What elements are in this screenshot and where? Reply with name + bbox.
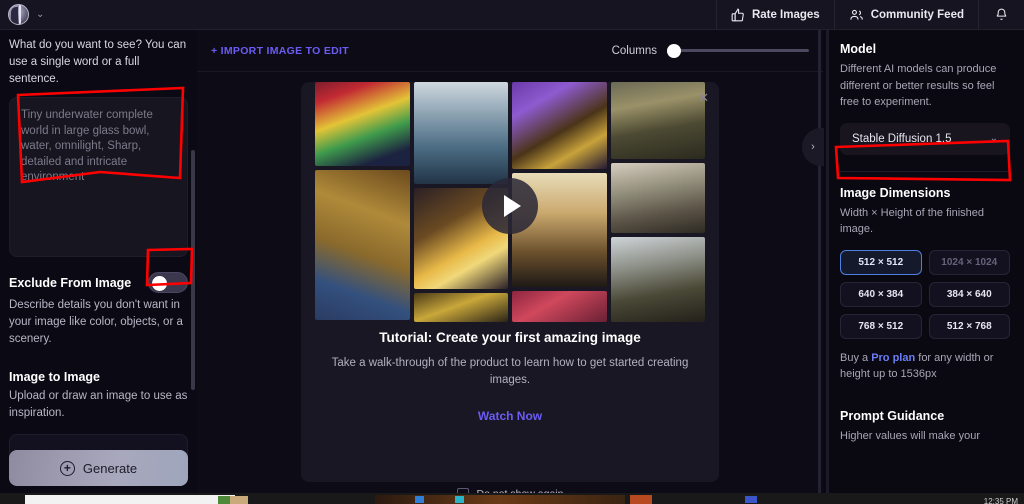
collage-tile: [610, 237, 705, 322]
plus-circle-icon: +: [59, 460, 75, 476]
left-panel-scrollbar[interactable]: [191, 150, 195, 390]
columns-control: Columns: [611, 43, 809, 58]
tutorial-card: ✕ Tutorial: Create your first amazing im…: [301, 82, 719, 482]
image-dimensions-options: 512 × 512 1024 × 1024 640 × 384 384 × 640 76…: [840, 249, 1010, 339]
exclude-from-image-toggle[interactable]: [148, 272, 188, 293]
community-feed-button[interactable]: Community Feed: [833, 0, 978, 30]
taskbar-item-g[interactable]: [745, 496, 757, 503]
collage-tile: [610, 162, 705, 234]
center-panel: + IMPORT IMAGE TO EDIT Columns ✕ Tutoria…: [197, 30, 824, 504]
exclude-from-image-title: Exclude From Image: [9, 275, 132, 290]
taskbar-item-b[interactable]: [230, 496, 248, 504]
prompt-input[interactable]: Tiny underwater complete world in large …: [9, 97, 188, 257]
generate-label: Generate: [82, 460, 138, 476]
collage-column-0: [315, 82, 410, 322]
taskbar-clock: 12:35 PM: [983, 497, 1018, 504]
image-to-image-title: Image to Image: [9, 370, 100, 384]
tutorial-subtitle: Take a walk-through of the product to le…: [331, 357, 689, 386]
app-logo-icon[interactable]: [8, 4, 29, 25]
model-select[interactable]: Stable Diffusion 1.5 ⌄: [840, 122, 1010, 155]
tutorial-title: Tutorial: Create your first amazing imag…: [379, 330, 641, 345]
buy-prefix: Buy a: [840, 351, 872, 364]
collage-tile: [610, 82, 705, 159]
dimension-option-2[interactable]: 640 × 384: [840, 281, 922, 307]
taskbar-item-d[interactable]: [415, 496, 424, 503]
rate-images-button[interactable]: Rate Images: [715, 0, 834, 30]
image-dimensions-desc: Width × Height of the finished image.: [840, 206, 984, 236]
slider-track: [667, 49, 809, 52]
chevron-down-icon: ⌄: [989, 132, 998, 144]
slider-thumb[interactable]: [667, 43, 681, 58]
model-desc: Different AI models can produce differen…: [840, 63, 997, 108]
chevron-down-icon[interactable]: ⌄: [36, 9, 44, 20]
people-icon: [850, 9, 863, 20]
generate-button[interactable]: + Generate: [9, 450, 188, 486]
prompt-guidance-section: Prompt Guidance Higher values will make …: [840, 409, 1010, 445]
taskbar-item-a[interactable]: [218, 496, 230, 504]
tutorial-text: Tutorial: Create your first amazing imag…: [301, 330, 719, 423]
prompt-hint: What do you want to see? You can use a s…: [9, 39, 187, 85]
rate-images-label: Rate Images: [751, 8, 820, 21]
taskbar-item-f[interactable]: [630, 495, 652, 504]
columns-slider[interactable]: [667, 43, 809, 58]
right-settings-panel: Model Different AI models can produce di…: [826, 30, 1024, 504]
taskbar-window-preview[interactable]: [25, 495, 235, 504]
import-image-to-edit-link[interactable]: + IMPORT IMAGE TO EDIT: [211, 45, 349, 57]
center-panel-scrollbar[interactable]: [818, 30, 821, 504]
model-title: Model: [840, 42, 877, 56]
toggle-knob: [152, 275, 167, 291]
logo-menu[interactable]: ⌄: [0, 4, 44, 25]
divider: [840, 170, 1010, 172]
os-taskbar: 12:35 PM: [0, 493, 1024, 504]
right-panel-scrollbar[interactable]: [826, 30, 829, 504]
collage-column-3: [610, 82, 705, 322]
taskbar-item-e[interactable]: [455, 496, 464, 503]
notifications-button[interactable]: [978, 0, 1024, 30]
close-icon[interactable]: ✕: [698, 90, 709, 106]
collage-tile: [315, 82, 410, 166]
taskbar-item-c[interactable]: [375, 495, 625, 504]
play-video-button[interactable]: [482, 178, 538, 234]
prompt-guidance-title: Prompt Guidance: [840, 408, 945, 423]
collage-tile: [512, 82, 607, 169]
thumbs-up-icon: [731, 7, 744, 21]
dimension-option-3[interactable]: 384 × 640: [928, 281, 1010, 307]
image-dimensions-section: Image Dimensions Width × Height of the f…: [840, 186, 1010, 383]
model-select-value: Stable Diffusion 1.5: [852, 132, 952, 145]
collapse-panel-button[interactable]: ›: [802, 128, 824, 166]
community-feed-label: Community Feed: [870, 8, 964, 21]
pro-plan-note: Buy a Pro plan for any width or height u…: [840, 350, 1010, 383]
screen: ⌄ Rate Images Community Feed What do you…: [0, 0, 1024, 504]
dimension-option-4[interactable]: 768 × 512: [840, 313, 922, 339]
watch-now-link[interactable]: Watch Now: [323, 409, 697, 423]
exclude-from-image-desc: Describe details you don't want in your …: [9, 299, 183, 345]
image-to-image-desc: Upload or draw an image to use as inspir…: [9, 390, 188, 419]
prompt-guidance-desc: Higher values will make your: [840, 429, 980, 442]
collage-tile: [413, 82, 508, 185]
collage-tile: [413, 292, 508, 322]
dimension-option-1: 1024 × 1024: [928, 249, 1010, 275]
collage-tile: [512, 290, 607, 322]
play-icon: [504, 195, 521, 217]
pro-plan-link[interactable]: Pro plan: [871, 352, 915, 364]
dimension-option-0[interactable]: 512 × 512: [840, 249, 922, 275]
columns-label: Columns: [611, 44, 657, 57]
top-bar: ⌄ Rate Images Community Feed: [0, 0, 1024, 30]
center-toolbar: + IMPORT IMAGE TO EDIT Columns: [197, 30, 823, 72]
collage-tile: [315, 170, 410, 320]
image-dimensions-title: Image Dimensions: [840, 185, 951, 200]
bell-icon: [996, 8, 1007, 20]
dimension-option-5[interactable]: 512 × 768: [928, 313, 1010, 339]
exclude-from-image-header: Exclude From Image: [9, 272, 188, 293]
left-settings-panel: What do you want to see? You can use a s…: [0, 30, 197, 504]
